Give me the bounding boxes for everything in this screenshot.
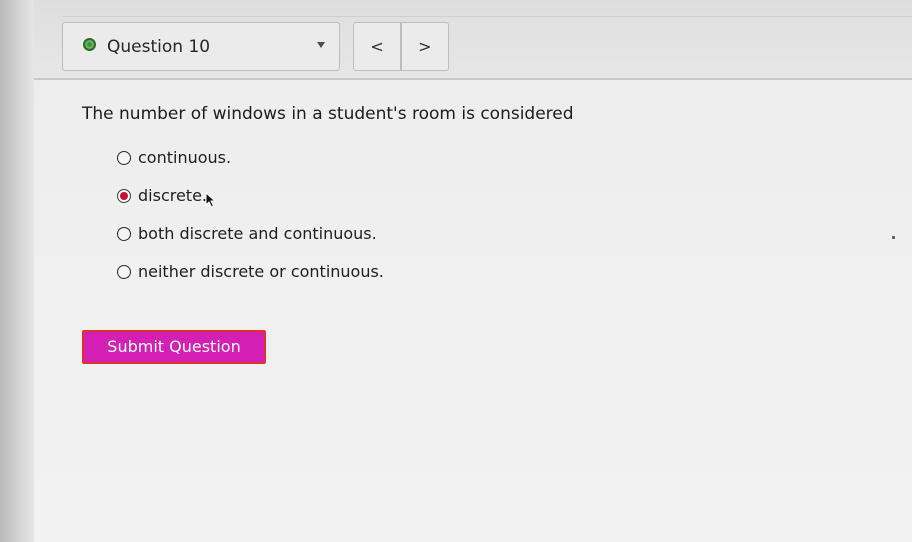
radio-button[interactable] <box>117 227 131 241</box>
submit-question-button[interactable]: Submit Question <box>82 330 266 364</box>
answer-option-label: continuous. <box>138 148 232 167</box>
radio-button[interactable] <box>117 265 131 279</box>
screen-speck <box>892 236 895 239</box>
question-selector[interactable]: Question 10 <box>62 22 340 71</box>
header-top-border <box>62 16 912 17</box>
answer-option-neither[interactable]: neither discrete or continuous. <box>117 259 384 285</box>
answer-option-label: neither discrete or continuous. <box>138 262 384 281</box>
header-divider <box>34 78 912 80</box>
question-pager: < > <box>353 22 449 71</box>
radio-button-selected[interactable] <box>117 189 131 203</box>
answer-option-label: discrete. <box>138 186 208 205</box>
answer-option-continuous[interactable]: continuous. <box>117 145 384 171</box>
question-selector-label: Question 10 <box>107 37 211 57</box>
answer-option-label: both discrete and continuous. <box>138 224 377 243</box>
answer-option-both[interactable]: both discrete and continuous. <box>117 221 384 247</box>
answer-option-discrete[interactable]: discrete. <box>117 183 384 209</box>
mouse-pointer-icon <box>205 192 217 208</box>
status-dot-icon <box>83 38 96 51</box>
caret-down-icon <box>317 42 325 48</box>
question-prompt: The number of windows in a student's roo… <box>82 104 574 124</box>
answer-options: continuous. discrete. both discrete and … <box>117 145 384 297</box>
previous-question-button[interactable]: < <box>354 23 400 70</box>
next-question-button[interactable]: > <box>402 23 448 70</box>
radio-button[interactable] <box>117 151 131 165</box>
screen-edge <box>0 0 34 542</box>
